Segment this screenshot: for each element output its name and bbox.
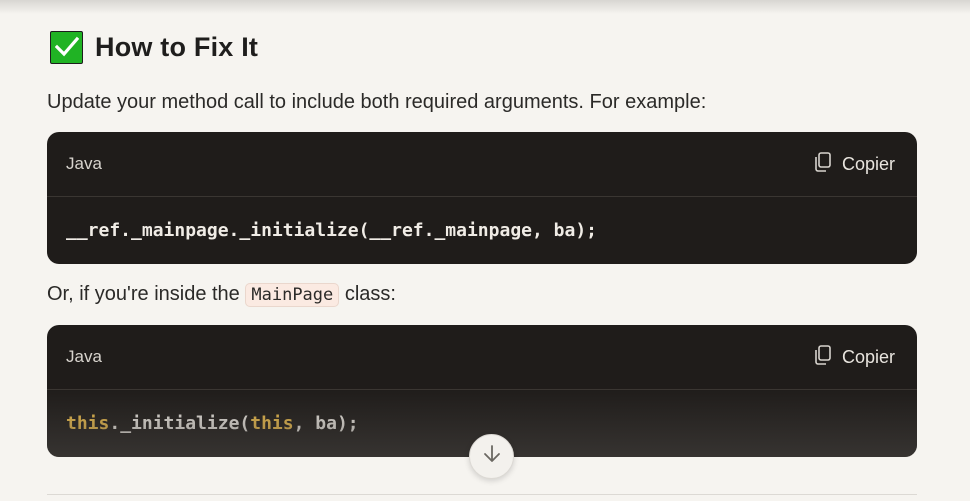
code-keyword-this: this [66, 413, 110, 434]
code-block-header: Java Copier [47, 132, 917, 197]
copy-button[interactable]: Copier [814, 151, 895, 177]
arrow-down-icon [483, 444, 501, 469]
copy-button-label: Copier [841, 153, 895, 174]
copy-button[interactable]: Copier [814, 344, 895, 370]
code-text: , ba); [293, 413, 359, 434]
middle-paragraph: Or, if you're inside the MainPage class: [47, 281, 917, 308]
heading-title: How to Fix It [95, 31, 259, 62]
top-shadow-bar [0, 0, 970, 14]
section-heading: How to Fix It [50, 28, 917, 66]
code-keyword-this: this [250, 413, 294, 434]
intro-paragraph: Update your method call to include both … [47, 91, 707, 113]
scroll-down-button[interactable] [469, 434, 514, 479]
message-content: How to Fix It Update your method call to… [47, 28, 917, 457]
code-language-label: Java [66, 154, 102, 173]
check-mark-icon [50, 30, 83, 64]
middle-text-before: Or, if you're inside the [47, 283, 240, 305]
copy-button-label: Copier [841, 346, 895, 367]
middle-text-after: class: [344, 283, 396, 305]
inline-code-mainpage: MainPage [245, 283, 340, 307]
copy-icon [814, 151, 832, 177]
input-area-edge [47, 494, 917, 495]
code-text: ._initialize( [109, 413, 251, 434]
code-block-header: Java Copier [47, 325, 917, 390]
code-content: __ref._mainpage._initialize(__ref._mainp… [47, 197, 917, 264]
code-line: __ref._mainpage._initialize(__ref._mainp… [66, 220, 598, 241]
code-language-label: Java [66, 347, 102, 366]
code-block-1: Java Copier __ref._mainpage._initialize(… [47, 132, 917, 264]
copy-icon [814, 344, 832, 370]
